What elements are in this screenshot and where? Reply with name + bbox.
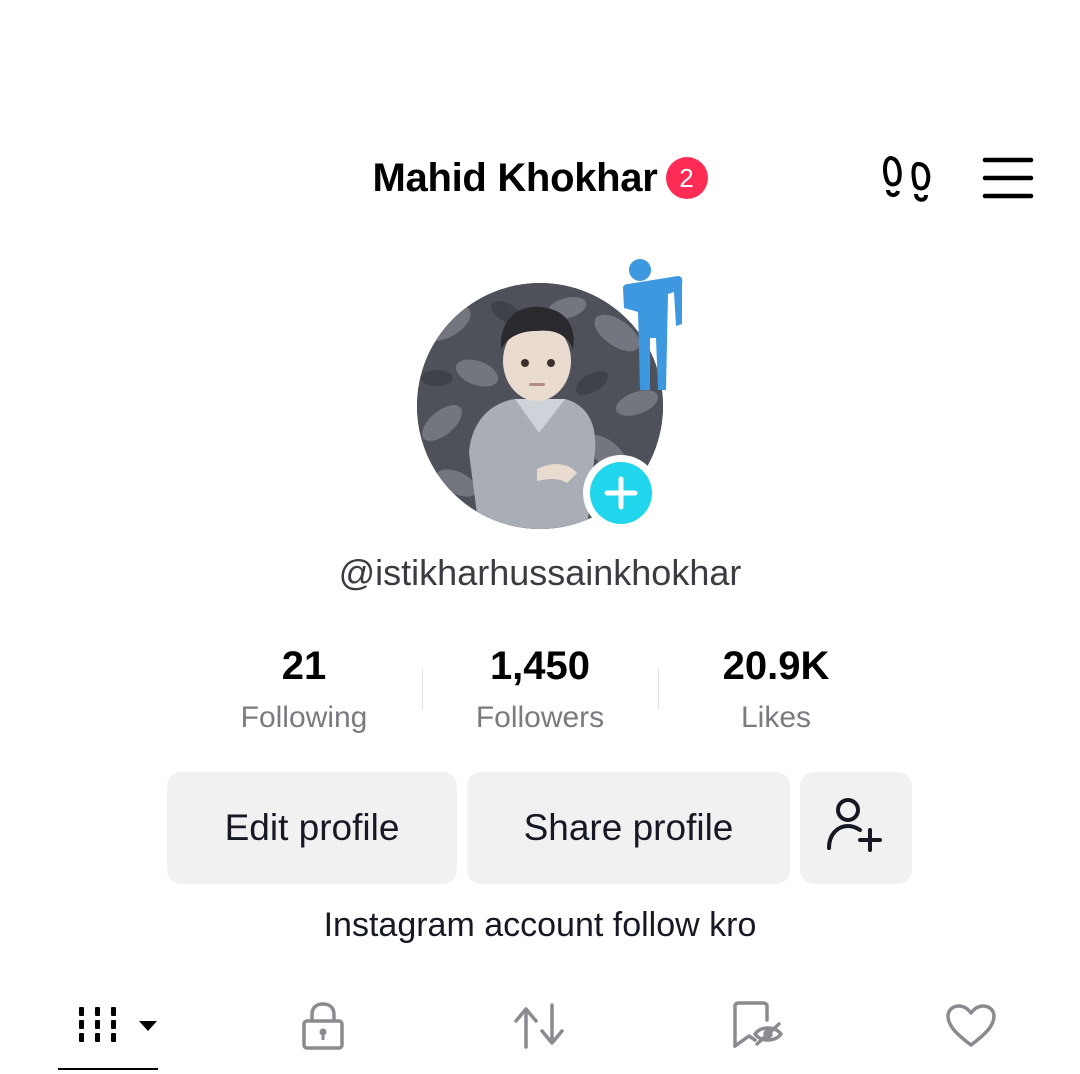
tab-videos[interactable]	[58, 996, 158, 1060]
add-avatar-button[interactable]	[583, 455, 659, 531]
edit-profile-button[interactable]: Edit profile	[167, 772, 457, 884]
share-profile-button[interactable]: Share profile	[467, 772, 790, 884]
following-label: Following	[240, 701, 368, 734]
tab-private[interactable]	[283, 996, 363, 1060]
likes-count: 20.9K	[722, 644, 830, 688]
add-friend-icon	[826, 796, 886, 861]
notification-badge: 2	[665, 157, 708, 199]
plus-icon	[590, 462, 652, 524]
tab-favorites[interactable]	[716, 996, 796, 1060]
profile-screen: Mahid Khokhar 2 @istikharhussainkhokhar …	[0, 0, 1080, 1074]
active-tab-indicator	[58, 1068, 158, 1070]
followers-label: Followers	[475, 701, 605, 734]
footprint-icon[interactable]	[880, 150, 936, 206]
repost-icon	[512, 1001, 566, 1056]
profile-bio: Instagram account follow kro	[323, 906, 757, 944]
menu-icon[interactable]	[982, 154, 1034, 202]
videos-grid-icon	[57, 1001, 137, 1056]
following-count: 21	[281, 644, 327, 688]
profile-tabs	[0, 996, 1080, 1074]
liked-icon	[945, 1003, 997, 1054]
username: @istikharhussainkhokhar	[338, 552, 742, 593]
chevron-down-icon	[137, 1019, 159, 1038]
standing-person-icon	[620, 258, 686, 408]
add-friend-button[interactable]	[800, 772, 912, 884]
stat-followers[interactable]: 1,450 Followers	[422, 642, 658, 738]
lock-icon	[300, 1001, 346, 1056]
stat-following[interactable]: 21 Following	[186, 642, 422, 738]
likes-label: Likes	[740, 701, 812, 734]
followers-count: 1,450	[489, 644, 591, 688]
tab-liked[interactable]	[931, 996, 1011, 1060]
profile-name: Mahid Khokhar	[372, 155, 658, 200]
tab-reposts[interactable]	[499, 996, 579, 1060]
stat-likes[interactable]: 20.9K Likes	[658, 642, 894, 738]
favorites-icon	[729, 1000, 783, 1057]
profile-stats: 21 Following 1,450 Followers 20.9K Likes	[186, 642, 894, 742]
